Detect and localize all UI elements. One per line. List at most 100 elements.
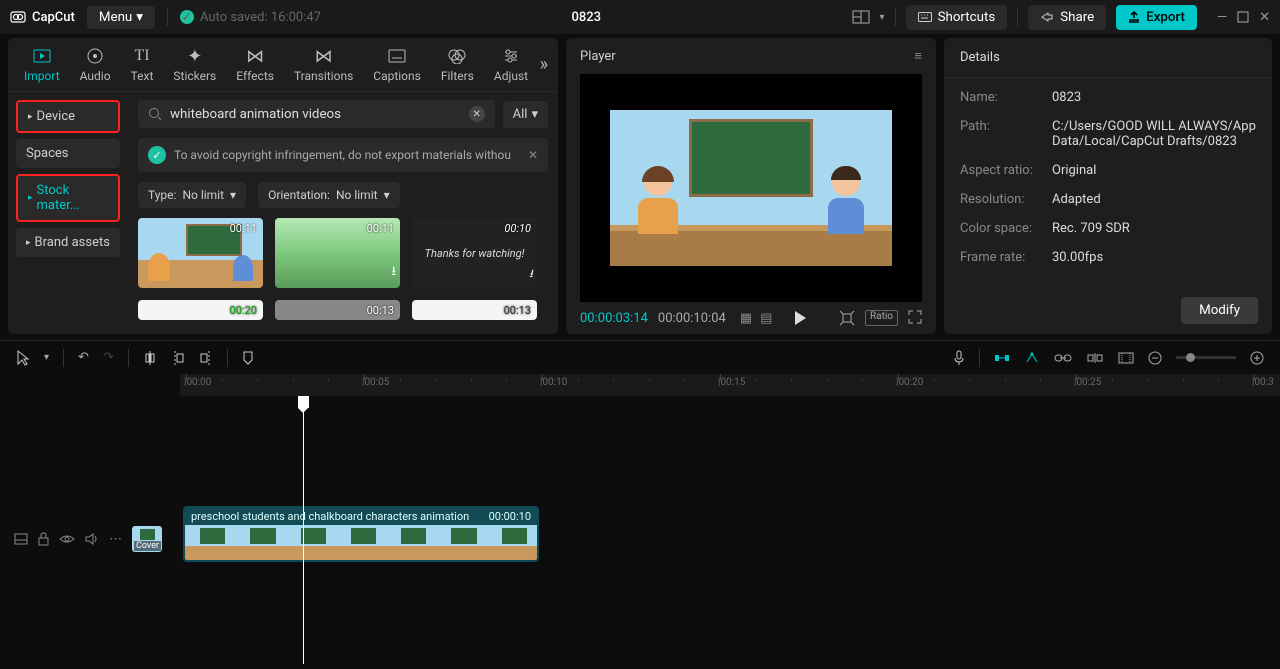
sidenav-device[interactable]: ▸Device <box>16 100 120 133</box>
auto-cut-icon[interactable] <box>1024 351 1040 365</box>
export-button[interactable]: Export <box>1116 5 1197 30</box>
grid-view-icon[interactable]: ▤ <box>760 311 772 326</box>
tab-filters[interactable]: Filters <box>435 44 480 85</box>
sidenav-brand[interactable]: ▸Brand assets <box>16 228 120 257</box>
track-body[interactable]: preschool students and chalkboard charac… <box>180 396 1280 664</box>
timeline: |00:00|00:05|00:10|00:15|00:20|00:25|00:… <box>0 374 1280 664</box>
ruler-mark: |00:25 <box>1074 377 1101 388</box>
ruler-mark: |00:05 <box>362 377 389 388</box>
filter-value: No limit <box>336 188 378 202</box>
undo-icon[interactable]: ↶ <box>78 350 89 365</box>
download-icon[interactable]: ⭳ <box>529 265 533 284</box>
scale-icon[interactable] <box>839 310 855 326</box>
tab-transitions[interactable]: ⋈ Transitions <box>288 44 359 85</box>
maximize-icon[interactable] <box>1237 11 1249 23</box>
player-header: Player ≡ <box>566 38 936 74</box>
redo-icon[interactable]: ↷ <box>103 350 114 365</box>
more-tabs-icon[interactable]: » <box>540 54 548 75</box>
zoom-in-icon[interactable] <box>1250 351 1264 365</box>
filter-all-button[interactable]: All ▾ <box>503 101 548 128</box>
autosave-status: ✓ Auto saved: 16:00:47 <box>180 10 321 25</box>
player-menu-icon[interactable]: ≡ <box>914 48 922 64</box>
details-value: Original <box>1052 163 1256 178</box>
share-button[interactable]: Share <box>1028 5 1106 30</box>
magnet-icon[interactable] <box>994 352 1010 364</box>
shortcuts-label: Shortcuts <box>938 10 996 25</box>
ruler-mark: |00:10 <box>540 377 567 388</box>
filter-type[interactable]: Type: No limit ▾ <box>138 182 246 208</box>
ratio-button[interactable]: Ratio <box>865 310 898 326</box>
tab-stickers[interactable]: ✦ Stickers <box>167 44 222 85</box>
media-thumb[interactable]: Thanks for watching! 00:10 ⭳ <box>412 218 537 288</box>
close-icon[interactable]: ✕ <box>1259 10 1270 25</box>
list-view-icon[interactable]: ▦ <box>740 311 752 326</box>
preview-icon[interactable] <box>1118 352 1134 364</box>
fullscreen-icon[interactable] <box>908 310 922 326</box>
playhead[interactable] <box>303 396 304 664</box>
warning-text: To avoid copyright infringement, do not … <box>174 148 511 162</box>
close-warning-icon[interactable]: ✕ <box>528 148 538 162</box>
mic-icon[interactable] <box>953 350 965 366</box>
media-thumb[interactable]: 00:11 ⭳ <box>275 218 400 288</box>
media-thumb[interactable]: 00:11 <box>138 218 263 288</box>
minimize-icon[interactable]: — <box>1217 10 1227 25</box>
eye-icon[interactable] <box>59 534 75 544</box>
search-input[interactable] <box>170 107 461 122</box>
clear-search-icon[interactable]: ✕ <box>469 106 485 122</box>
modify-button[interactable]: Modify <box>1181 297 1258 324</box>
zoom-slider[interactable] <box>1176 356 1236 359</box>
marker-icon[interactable] <box>242 350 254 366</box>
layout-icon[interactable] <box>852 10 870 24</box>
player-controls: 00:00:03:14 00:00:10:04 ▦ ▤ Ratio <box>566 302 936 334</box>
trim-left-icon[interactable] <box>171 350 185 366</box>
media-thumb[interactable]: 00:20 <box>138 300 263 320</box>
divider <box>895 8 896 26</box>
tab-audio[interactable]: Audio <box>74 44 117 85</box>
play-button[interactable] <box>793 310 807 326</box>
tab-import[interactable]: Import <box>18 44 66 85</box>
zoom-out-icon[interactable] <box>1148 351 1162 365</box>
media-thumbs: 00:11 00:11 ⭳ Thanks for watching! 00:10… <box>138 218 548 320</box>
sidenav-stock[interactable]: ▸Stock mater... <box>16 174 120 222</box>
ruler[interactable]: |00:00|00:05|00:10|00:15|00:20|00:25|00:… <box>180 374 1280 396</box>
chevron-down-icon: ▾ <box>136 10 143 25</box>
menu-button[interactable]: Menu ▾ <box>87 6 155 29</box>
shortcuts-button[interactable]: Shortcuts <box>906 5 1008 30</box>
more-icon[interactable]: ⋯ <box>109 532 122 547</box>
cover-thumb[interactable]: Cover <box>132 526 162 552</box>
link-icon[interactable] <box>1054 353 1072 363</box>
clip[interactable]: preschool students and chalkboard charac… <box>183 506 539 562</box>
tab-label: Effects <box>236 69 274 83</box>
tab-effects[interactable]: ⋈ Effects <box>230 44 280 85</box>
lock-icon[interactable] <box>38 532 49 546</box>
details-label: Path: <box>960 119 1052 149</box>
player-title: Player <box>580 49 616 64</box>
shield-check-icon: ✓ <box>148 146 166 164</box>
trim-right-icon[interactable] <box>199 350 213 366</box>
divider <box>63 349 64 367</box>
stickers-icon: ✦ <box>187 46 202 66</box>
tab-text[interactable]: TI Text <box>125 44 160 85</box>
copyright-warning: ✓ To avoid copyright infringement, do no… <box>138 138 548 172</box>
filter-orientation[interactable]: Orientation: No limit ▾ <box>258 182 400 208</box>
dock-icon[interactable] <box>14 533 28 545</box>
download-icon[interactable]: ⭳ <box>391 262 396 284</box>
divider <box>1017 8 1018 26</box>
player-viewport[interactable] <box>580 74 922 302</box>
titlebar-right: ▾ Shortcuts Share Export — ✕ <box>852 5 1270 30</box>
adjust-icon <box>502 46 520 66</box>
details-value: 0823 <box>1052 90 1256 105</box>
select-tool-icon[interactable] <box>16 349 30 367</box>
chevron-down-icon[interactable]: ▾ <box>880 12 885 23</box>
tab-captions[interactable]: Captions <box>367 44 427 85</box>
mute-icon[interactable] <box>85 533 99 545</box>
tab-adjust[interactable]: Adjust <box>488 44 534 85</box>
align-icon[interactable] <box>1086 352 1104 364</box>
sidenav-spaces[interactable]: Spaces <box>16 139 120 168</box>
export-icon <box>1128 11 1140 23</box>
split-icon[interactable] <box>143 350 157 366</box>
media-thumb[interactable]: 00:13 <box>275 300 400 320</box>
chevron-down-icon[interactable]: ▾ <box>44 352 49 363</box>
filter-row: Type: No limit ▾ Orientation: No limit ▾ <box>138 182 548 208</box>
media-thumb[interactable]: 00:13 <box>412 300 537 320</box>
